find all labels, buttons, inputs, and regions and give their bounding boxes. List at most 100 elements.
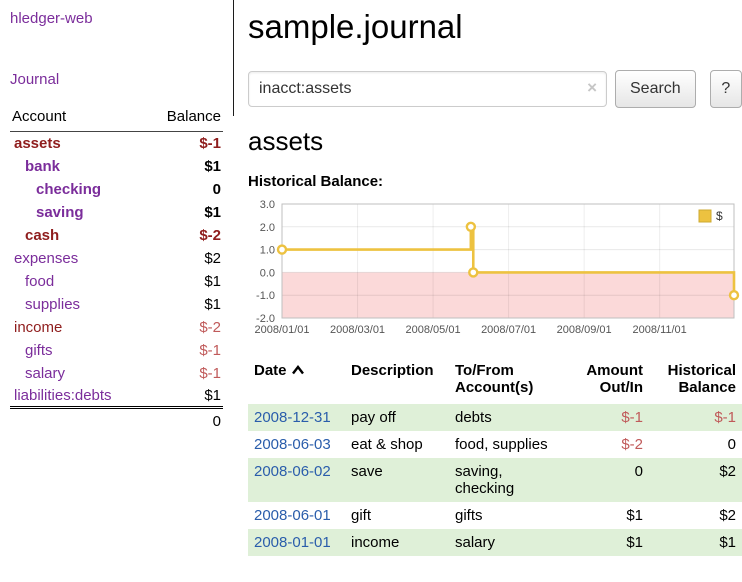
svg-text:2008/05/01: 2008/05/01 [406, 324, 461, 336]
svg-text:2008/01/01: 2008/01/01 [254, 324, 309, 336]
transaction-date-link[interactable]: 2008-12-31 [254, 409, 331, 426]
account-balance: $1 [146, 155, 223, 178]
account-row: assets $-1 [10, 132, 223, 155]
account-balance: $-1 [146, 132, 223, 155]
account-row: saving $1 [10, 201, 223, 224]
sidebar: hledger-web Journal Account Balance asse… [0, 0, 233, 434]
transaction-amount: $1 [561, 502, 649, 529]
transaction-accounts: gifts [449, 502, 561, 529]
page-title: sample.journal [248, 8, 742, 46]
account-link[interactable]: saving [36, 204, 84, 221]
account-row: liabilities:debts $1 [10, 385, 223, 408]
transaction-description: save [345, 458, 449, 502]
account-link[interactable]: income [14, 319, 62, 336]
account-balance: $1 [146, 201, 223, 224]
transaction-balance: 0 [649, 431, 742, 458]
account-balance: 0 [146, 178, 223, 201]
account-row: cash $-2 [10, 224, 223, 247]
register-table-body: 2008-12-31pay offdebts$-1$-12008-06-03ea… [248, 404, 742, 556]
search-button[interactable]: Search [615, 70, 696, 108]
svg-text:0.0: 0.0 [260, 267, 275, 279]
account-balance: $-1 [146, 339, 223, 362]
transaction-description: pay off [345, 404, 449, 431]
account-link[interactable]: assets [14, 135, 61, 152]
accounts-table: Account Balance assets $-1 bank $1 checking 0… [10, 104, 223, 434]
register-header-account: To/From Account(s) [449, 360, 561, 404]
account-balance: $1 [146, 385, 223, 408]
transaction-amount: 0 [561, 458, 649, 502]
account-link[interactable]: supplies [25, 296, 80, 313]
svg-text:2008/03/01: 2008/03/01 [330, 324, 385, 336]
transaction-amount: $1 [561, 529, 649, 556]
account-link[interactable]: bank [25, 158, 60, 175]
transaction-date-link[interactable]: 2008-01-01 [254, 534, 331, 551]
transaction-accounts: saving, checking [449, 458, 561, 502]
account-row: checking 0 [10, 178, 223, 201]
transaction-balance: $2 [649, 502, 742, 529]
help-button[interactable]: ? [710, 70, 742, 108]
account-link[interactable]: cash [25, 227, 59, 244]
svg-text:$: $ [716, 209, 723, 223]
transaction-description: eat & shop [345, 431, 449, 458]
accounts-total-row: 0 [10, 408, 223, 435]
account-row: expenses$2 [10, 247, 223, 270]
svg-text:1.0: 1.0 [260, 245, 275, 257]
svg-text:-1.0: -1.0 [256, 290, 275, 302]
register-row: 2008-06-02 savesaving, checking0$2 [248, 458, 742, 502]
register-header-balance: Historical Balance [649, 360, 742, 404]
register-header-amount: Amount Out/In [561, 360, 649, 404]
account-row: gifts $-1 [10, 339, 223, 362]
account-link[interactable]: checking [36, 181, 101, 198]
transaction-accounts: food, supplies [449, 431, 561, 458]
transaction-balance: $1 [649, 529, 742, 556]
journal-link[interactable]: Journal [10, 71, 223, 88]
transaction-description: income [345, 529, 449, 556]
account-link[interactable]: salary [25, 365, 65, 382]
svg-text:2008/11/01: 2008/11/01 [633, 324, 687, 336]
account-link[interactable]: food [25, 273, 54, 290]
account-balance: $-1 [146, 362, 223, 385]
transaction-balance: $2 [649, 458, 742, 502]
sidebar-divider [233, 0, 234, 116]
account-balance: $-2 [146, 224, 223, 247]
register-row: 2008-12-31pay offdebts$-1$-1 [248, 404, 742, 431]
accounts-header-row: Account Balance [10, 104, 223, 132]
balance-chart: 3.02.01.00.0-1.0-2.02008/01/012008/03/01… [248, 196, 742, 342]
svg-text:2.0: 2.0 [260, 222, 275, 234]
app-title-link[interactable]: hledger-web [10, 10, 223, 27]
clear-search-icon[interactable]: × [587, 78, 597, 98]
svg-text:3.0: 3.0 [260, 199, 275, 211]
accounts-header-balance: Balance [146, 104, 223, 132]
search-input[interactable] [248, 71, 607, 107]
accounts-table-body: assets$-1bank$1checking0saving$1cash$-2e… [10, 132, 223, 408]
transaction-date-link[interactable]: 2008-06-03 [254, 436, 331, 453]
register-header-date[interactable]: Date [248, 360, 345, 404]
svg-text:2008/07/01: 2008/07/01 [481, 324, 536, 336]
account-balance: $1 [146, 270, 223, 293]
account-balance: $1 [146, 293, 223, 316]
account-link[interactable]: gifts [25, 342, 53, 359]
account-row: bank $1 [10, 155, 223, 178]
register-table: Date Description To/From Account(s) Amou… [248, 360, 742, 556]
transaction-accounts: salary [449, 529, 561, 556]
transaction-balance: $-1 [649, 404, 742, 431]
accounts-total: 0 [146, 408, 223, 435]
account-row: food $1 [10, 270, 223, 293]
account-row: income$-2 [10, 316, 223, 339]
register-row: 2008-01-01incomesalary$1$1 [248, 529, 742, 556]
account-row: salary $-1 [10, 362, 223, 385]
account-link[interactable]: expenses [14, 250, 78, 267]
account-row: supplies $1 [10, 293, 223, 316]
svg-text:2008/09/01: 2008/09/01 [557, 324, 612, 336]
chart-heading: Historical Balance: [248, 173, 742, 190]
transaction-date-link[interactable]: 2008-06-01 [254, 507, 331, 524]
account-heading: assets [248, 126, 742, 157]
accounts-header-account: Account [10, 104, 146, 132]
sort-ascending-icon [291, 365, 305, 375]
transaction-amount: $-2 [561, 431, 649, 458]
transaction-date-link[interactable]: 2008-06-02 [254, 463, 331, 480]
register-header-row: Date Description To/From Account(s) Amou… [248, 360, 742, 404]
register-header-description: Description [345, 360, 449, 404]
account-link[interactable]: liabilities:debts [14, 387, 112, 404]
search-row: × Search ? [248, 70, 742, 108]
